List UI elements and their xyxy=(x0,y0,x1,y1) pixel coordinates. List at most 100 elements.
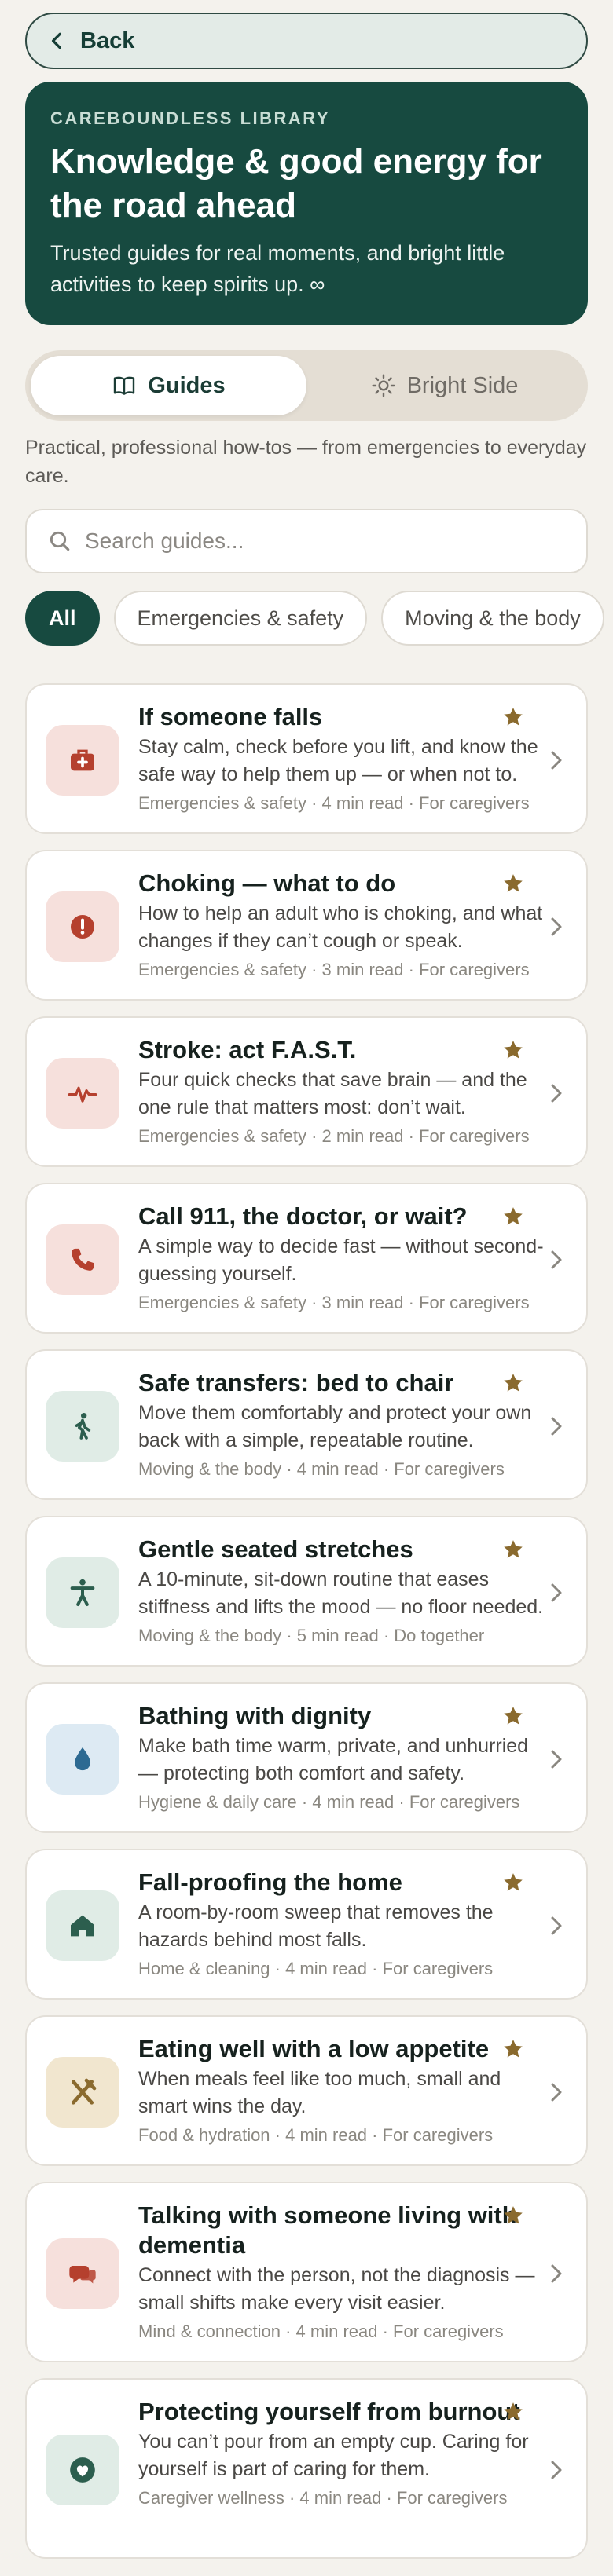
hero-subtitle: Trusted guides for real moments, and bri… xyxy=(50,241,505,296)
guide-title: Safe transfers: bed to chair xyxy=(138,1369,454,1396)
chat-bubbles-icon xyxy=(69,2266,96,2284)
guide-text: Gentle seated stretches A 10-minute, sit… xyxy=(138,1535,547,1646)
tab-guides[interactable]: Guides xyxy=(31,356,306,415)
book-icon xyxy=(114,376,135,395)
guide-meta: Moving & the body · 5 min read · Do toge… xyxy=(138,1626,485,1645)
tab-bright-side-label: Bright Side xyxy=(406,372,519,398)
guide-description: When meals feel like too much, small and… xyxy=(138,2068,501,2117)
guide-title: Bathing with dignity xyxy=(138,1702,372,1729)
search-box[interactable] xyxy=(25,509,588,573)
guide-description: A room-by-room sweep that removes the ha… xyxy=(138,1901,494,1951)
star-icon[interactable] xyxy=(501,2400,525,2424)
intro-text: Practical, professional how-tos — from e… xyxy=(25,437,587,487)
home-icon xyxy=(71,1915,94,1937)
filter-chip-all[interactable]: All xyxy=(25,591,100,646)
filter-chip-moving[interactable]: Moving & the body xyxy=(381,591,604,646)
star-icon[interactable] xyxy=(501,1871,525,1894)
guide-card[interactable]: Protecting yourself from burnout You can… xyxy=(25,2378,588,2559)
guide-card[interactable]: Talking with someone living with dementi… xyxy=(25,2182,588,2362)
guide-meta: Moving & the body · 4 min read · For car… xyxy=(138,1459,505,1479)
star-icon[interactable] xyxy=(501,1538,525,1561)
chevron-right-icon xyxy=(551,1084,562,1103)
guide-card[interactable]: Stroke: act F.A.S.T. Four quick checks t… xyxy=(25,1016,588,1167)
chevron-right-icon xyxy=(551,2264,562,2283)
search-input[interactable] xyxy=(85,529,556,554)
guide-icon-tile xyxy=(46,1557,119,1628)
guide-card[interactable]: Gentle seated stretches A 10-minute, sit… xyxy=(25,1516,588,1667)
guide-title: Fall-proofing the home xyxy=(138,1868,402,1896)
guide-card[interactable]: If someone falls Stay calm, check before… xyxy=(25,683,588,834)
guide-meta: Emergencies & safety · 3 min read · For … xyxy=(138,960,530,979)
guide-title: Gentle seated stretches xyxy=(138,1535,413,1563)
chevron-right-icon xyxy=(551,1250,562,1269)
star-icon[interactable] xyxy=(501,2204,525,2227)
guide-icon-tile xyxy=(46,725,119,796)
guide-description: Move them comfortably and protect your o… xyxy=(138,1402,532,1451)
guide-description: A 10-minute, sit-down routine that eases… xyxy=(138,1568,544,1618)
guide-card[interactable]: Safe transfers: bed to chair Move them c… xyxy=(25,1349,588,1500)
water-drop-icon xyxy=(75,1747,90,1771)
guide-description: You can’t pour from an empty cup. Caring… xyxy=(138,2431,529,2480)
star-icon[interactable] xyxy=(501,705,525,729)
guide-meta: Emergencies & safety · 4 min read · For … xyxy=(138,793,530,813)
walking-icon xyxy=(75,1413,91,1440)
hero-title: Knowledge & good energy for the road ahe… xyxy=(50,142,542,225)
guide-text: Protecting yourself from burnout You can… xyxy=(138,2397,547,2508)
guide-text: Choking — what to do How to help an adul… xyxy=(138,869,547,980)
heartbeat-icon xyxy=(68,1086,97,1103)
star-icon[interactable] xyxy=(501,1704,525,1728)
filter-chips: All Emergencies & safety Moving & the bo… xyxy=(25,591,613,646)
phone-icon xyxy=(72,1248,94,1271)
guide-meta: Hygiene & daily care · 4 min read · For … xyxy=(138,1792,520,1812)
guide-card[interactable]: Bathing with dignity Make bath time warm… xyxy=(25,1682,588,1833)
guide-icon-tile xyxy=(46,1224,119,1295)
guide-title: Stroke: act F.A.S.T. xyxy=(138,1036,357,1063)
guide-meta: Home & cleaning · 4 min read · For careg… xyxy=(138,1959,494,1978)
guide-title: Choking — what to do xyxy=(138,869,396,897)
guide-icon-tile xyxy=(46,891,119,962)
chevron-right-icon xyxy=(551,1583,562,1602)
guide-card[interactable]: Choking — what to do How to help an adul… xyxy=(25,850,588,1001)
guide-card[interactable]: Fall-proofing the home A room-by-room sw… xyxy=(25,1849,588,2000)
filter-chip-emergencies[interactable]: Emergencies & safety xyxy=(113,591,368,646)
hero-eyebrow: CAREBOUNDLESS LIBRARY xyxy=(50,108,331,128)
guide-description: A simple way to decide fast — without se… xyxy=(138,1235,544,1285)
guide-icon-tile xyxy=(46,1391,119,1462)
star-icon[interactable] xyxy=(501,1205,525,1228)
star-icon[interactable] xyxy=(501,872,525,895)
guide-text: Eating well with a low appetite When mea… xyxy=(138,2034,547,2146)
chevron-right-icon xyxy=(551,1417,562,1436)
guide-card[interactable]: Eating well with a low appetite When mea… xyxy=(25,2015,588,2166)
guide-text: If someone falls Stay calm, check before… xyxy=(138,702,547,814)
guide-description: Four quick checks that save brain — and … xyxy=(138,1069,527,1118)
chevron-right-icon xyxy=(551,751,562,770)
chevron-right-icon xyxy=(551,1916,562,1935)
guide-description: How to help an adult who is choking, and… xyxy=(138,902,543,952)
guide-text: Stroke: act F.A.S.T. Four quick checks t… xyxy=(138,1035,547,1147)
star-icon[interactable] xyxy=(501,1371,525,1395)
guide-title: If someone falls xyxy=(138,703,323,730)
guide-text: Bathing with dignity Make bath time warm… xyxy=(138,1701,547,1813)
star-icon[interactable] xyxy=(501,2037,525,2061)
guide-title: Eating well with a low appetite xyxy=(138,2035,490,2062)
guide-description: Connect with the person, not the diagnos… xyxy=(138,2264,535,2314)
guide-card[interactable]: Call 911, the doctor, or wait? A simple … xyxy=(25,1183,588,1334)
guide-meta: Emergencies & safety · 2 min read · For … xyxy=(138,1126,530,1146)
heart-shield-icon xyxy=(70,2457,95,2483)
guide-text: Safe transfers: bed to chair Move them c… xyxy=(138,1368,547,1480)
star-icon[interactable] xyxy=(501,1038,525,1062)
chevron-left-icon xyxy=(51,32,61,49)
tab-switcher: Guides Bright Side xyxy=(25,350,588,421)
guide-meta: Mind & connection · 4 min read · For car… xyxy=(138,2322,504,2341)
guide-meta: Caregiver wellness · 4 min read · For ca… xyxy=(138,2488,508,2508)
chevron-right-icon xyxy=(551,917,562,936)
guide-description: Make bath time warm, private, and unhurr… xyxy=(138,1735,529,1784)
guide-text: Fall-proofing the home A room-by-room sw… xyxy=(138,1868,547,1979)
tab-guides-label: Guides xyxy=(148,372,226,398)
person-icon xyxy=(70,1579,95,1606)
guide-icon-tile xyxy=(46,2435,119,2505)
back-button[interactable]: Back xyxy=(25,13,588,69)
alert-icon xyxy=(71,915,94,939)
tab-bright-side[interactable]: Bright Side xyxy=(306,356,582,415)
chevron-right-icon xyxy=(551,2083,562,2102)
